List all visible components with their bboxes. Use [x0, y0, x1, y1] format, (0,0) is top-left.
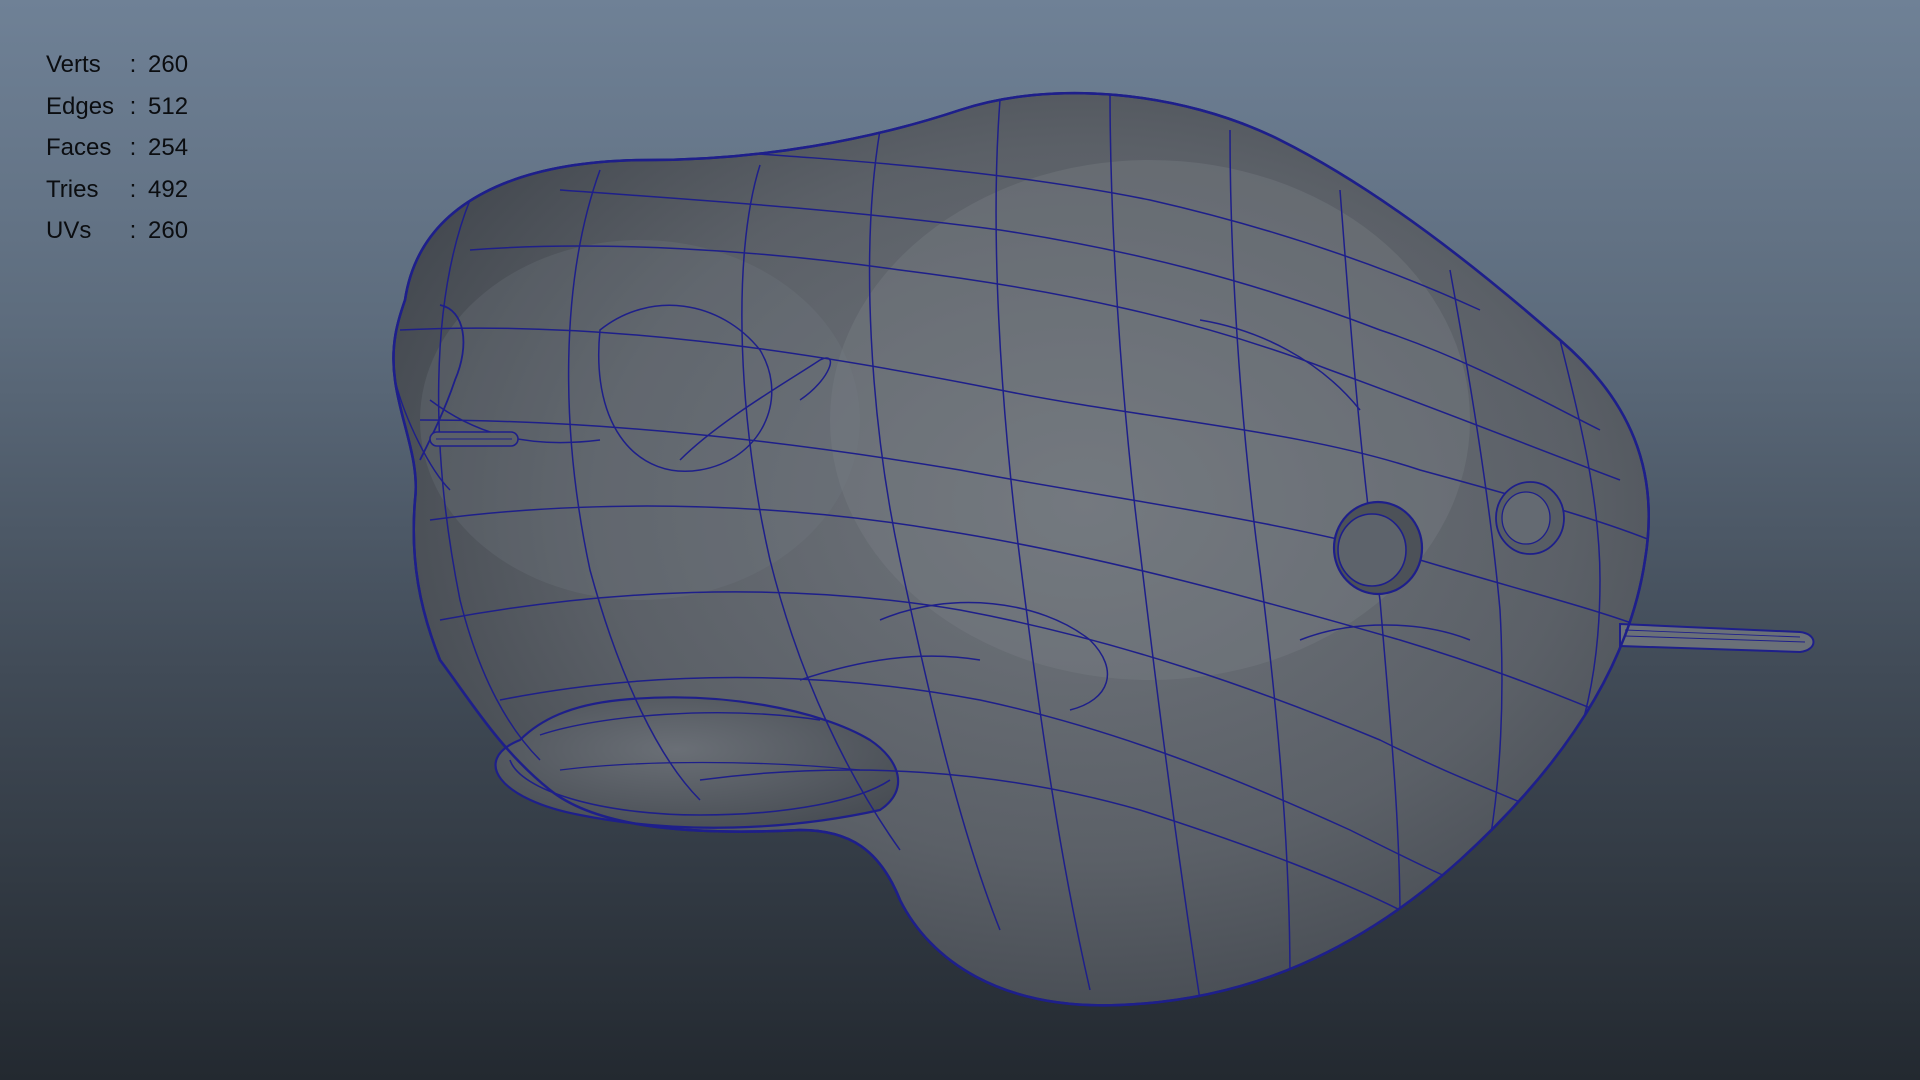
stat-label: Edges: [46, 92, 115, 120]
stat-row-tries: Tries : 492: [46, 169, 208, 211]
ear-hole-front: [1332, 500, 1424, 596]
poly-count-hud: Verts : 260 Edges : 512 Faces : 254 Trie…: [46, 44, 208, 252]
stat-value: 260: [148, 217, 189, 244]
stat-label: Verts: [46, 51, 101, 78]
stat-value: 254: [148, 134, 189, 161]
ear-hole-back: [1495, 481, 1565, 555]
wireframe-head-model-icon[interactable]: [0, 0, 1920, 1080]
stat-label: Tries: [46, 175, 99, 203]
stat-row-edges: Edges : 512: [46, 86, 208, 128]
stat-label: UVs: [46, 217, 92, 244]
stat-label: Faces: [46, 134, 112, 161]
stat-separator: :: [129, 175, 137, 203]
stat-separator: :: [129, 217, 137, 244]
head-mesh: [392, 91, 1815, 1007]
front-pin: [429, 431, 519, 447]
stat-separator: :: [129, 134, 137, 161]
stat-separator: :: [129, 51, 137, 78]
stat-separator: :: [129, 92, 137, 120]
stat-row-verts: Verts : 260: [46, 44, 208, 86]
stat-row-faces: Faces : 254: [46, 127, 208, 169]
3d-viewport[interactable]: Verts : 260 Edges : 512 Faces : 254 Trie…: [0, 0, 1920, 1080]
stat-row-uvs: UVs : 260: [46, 210, 208, 252]
back-pin: [1619, 622, 1815, 654]
stat-value: 260: [148, 51, 189, 78]
stat-value: 512: [148, 92, 189, 120]
stat-value: 492: [148, 175, 189, 203]
